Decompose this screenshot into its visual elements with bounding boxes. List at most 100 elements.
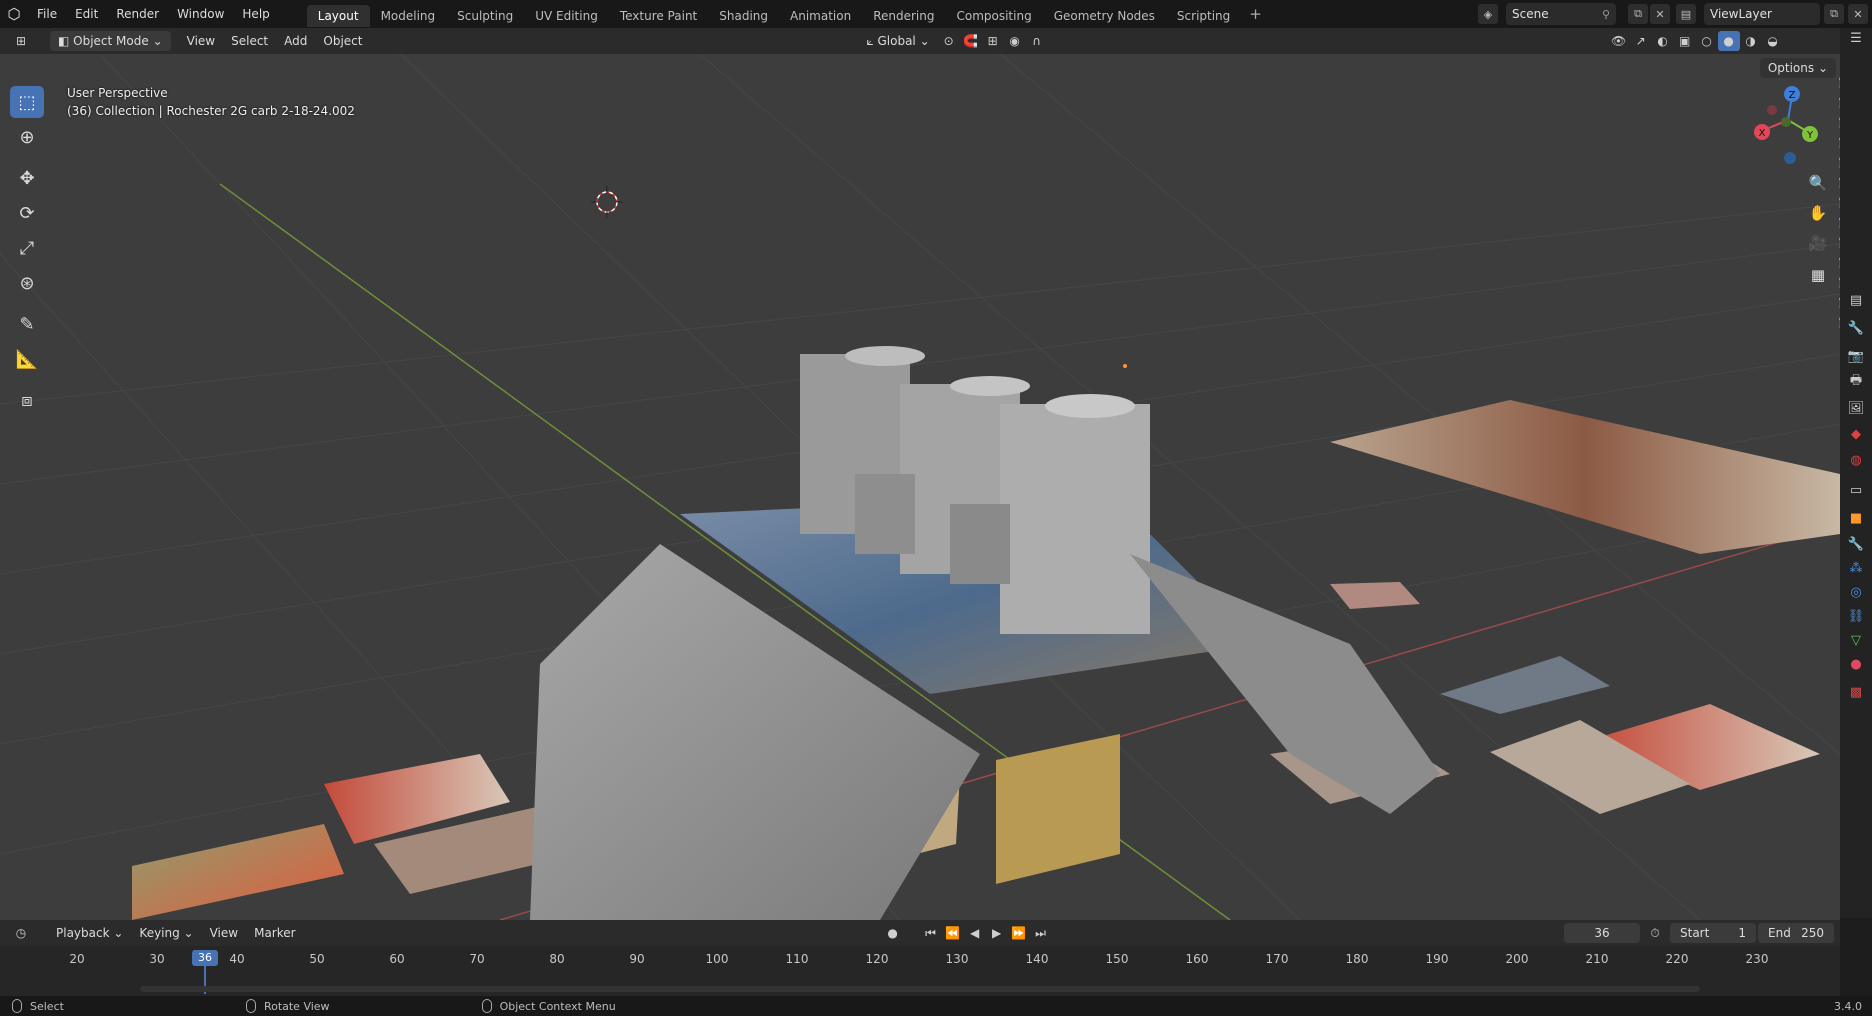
menu-object[interactable]: Object [315,31,370,51]
record-icon[interactable]: ● [882,923,904,943]
texture-properties-icon[interactable]: ▩ [1846,682,1866,702]
falloff-icon[interactable]: ∩ [1026,31,1048,51]
proportional-edit-icon[interactable]: ◉ [1004,31,1026,51]
stopwatch-icon[interactable]: ⏱ [1644,923,1666,943]
navigation-gizmo[interactable]: Z Y X [1748,82,1828,172]
select-box-icon[interactable]: ⬚ [10,86,44,118]
viewlayer-selector[interactable]: ViewLayer [1704,3,1820,25]
pan-hand-icon[interactable]: ✋ [1805,200,1831,226]
menu-window[interactable]: Window [168,0,233,28]
playhead-frame-badge[interactable]: 36 [192,950,218,966]
wireframe-shading-icon[interactable]: ○ [1696,31,1718,51]
scene-selector[interactable]: Scene ⚲ [1506,3,1616,25]
editor-type-icon[interactable]: ⊞ [10,31,32,51]
reference-image-plane[interactable] [132,824,344,920]
timeline-scrubber[interactable]: 20 30 40 50 60 70 80 90 100 110 120 130 140 150 160 170… [0,946,1840,996]
tab-shading[interactable]: Shading [708,5,779,27]
tool-properties-icon[interactable]: 🔧 [1846,318,1866,338]
visibility-icon[interactable]: 👁 [1608,31,1630,51]
tab-geometry-nodes[interactable]: Geometry Nodes [1043,5,1166,27]
play-icon[interactable]: ▶ [986,923,1008,943]
pivot-point-icon[interactable]: ⊙ [938,31,960,51]
end-frame-field[interactable]: End 250 [1758,923,1834,943]
overlays-icon[interactable]: ◐ [1652,31,1674,51]
constraints-properties-icon[interactable]: ⛓ [1846,606,1866,626]
menu-edit[interactable]: Edit [66,0,107,28]
viewlayer-browse-icon[interactable]: ▤ [1676,4,1696,24]
measure-tool-icon[interactable]: 📐 [10,343,44,375]
scale-tool-icon[interactable]: ⤢ [10,232,44,264]
render-properties-icon[interactable]: 📷 [1846,346,1866,366]
reference-image-plane[interactable] [1330,400,1840,554]
tab-animation[interactable]: Animation [779,5,862,27]
annotate-tool-icon[interactable]: ✎ [10,308,44,340]
menu-help[interactable]: Help [233,0,278,28]
new-viewlayer-icon[interactable]: ⧉ [1824,4,1844,24]
timeline-editor-type-icon[interactable]: ◷ [10,923,32,943]
modifier-properties-icon[interactable]: 🔧 [1846,534,1866,554]
menu-add[interactable]: Add [276,31,315,51]
menu-keying[interactable]: Keying ⌄ [131,923,201,943]
material-shading-icon[interactable]: ◑ [1740,31,1762,51]
object-properties-icon[interactable]: ■ [1846,508,1866,528]
physics-properties-icon[interactable]: ◎ [1846,582,1866,602]
move-tool-icon[interactable]: ✥ [10,162,44,194]
current-frame-field[interactable]: 36 [1564,923,1640,943]
tab-scripting[interactable]: Scripting [1166,5,1241,27]
material-properties-icon[interactable]: ● [1846,654,1866,674]
tab-texture-paint[interactable]: Texture Paint [609,5,708,27]
3d-cursor-icon[interactable] [591,186,623,218]
scene-properties-icon[interactable]: ◆ [1846,424,1866,444]
tab-layout[interactable]: Layout [306,4,370,27]
menu-marker[interactable]: Marker [246,923,303,943]
next-keyframe-icon[interactable]: ⏩ [1008,923,1030,943]
ortho-toggle-icon[interactable]: ▦ [1805,262,1831,288]
tab-uv-editing[interactable]: UV Editing [524,5,609,27]
orientation-selector[interactable]: ⟀ Global ⌄ [858,31,937,51]
add-cube-tool-icon[interactable]: ⧈ [10,384,44,416]
transform-tool-icon[interactable]: ⊛ [10,267,44,299]
snap-target-icon[interactable]: ⊞ [982,31,1004,51]
add-workspace-icon[interactable]: + [1241,5,1270,23]
tab-compositing[interactable]: Compositing [945,5,1042,27]
menu-file[interactable]: File [28,0,66,28]
menu-timeline-view[interactable]: View [202,923,246,943]
data-properties-icon[interactable]: ▽ [1846,630,1866,650]
output-properties-icon[interactable]: 🖶 [1846,372,1866,392]
world-properties-icon[interactable]: ◍ [1846,450,1866,470]
reference-image-plane[interactable] [1440,656,1610,714]
xray-icon[interactable]: ▣ [1674,31,1696,51]
scene-browse-icon[interactable]: ◈ [1478,4,1498,24]
jump-end-icon[interactable]: ⏭ [1030,923,1052,943]
timeline-scrollbar[interactable] [140,986,1700,992]
menu-view[interactable]: View [179,31,223,51]
view-layer-properties-icon[interactable]: 🖼 [1846,398,1866,418]
tab-modeling[interactable]: Modeling [370,5,447,27]
reference-image-plane[interactable] [996,734,1120,884]
mode-selector[interactable]: ◧ Object Mode ⌄ [50,31,171,51]
particles-properties-icon[interactable]: ⁂ [1846,558,1866,578]
properties-editor-icon[interactable]: ▤ [1846,290,1866,310]
snap-icon[interactable]: 🧲 [960,31,982,51]
options-dropdown[interactable]: Options ⌄ [1759,58,1836,78]
menu-playback[interactable]: Playback ⌄ [48,923,131,943]
tab-rendering[interactable]: Rendering [862,5,945,27]
prev-keyframe-icon[interactable]: ⏪ [942,923,964,943]
tab-sculpting[interactable]: Sculpting [446,5,524,27]
collection-properties-icon[interactable]: ▭ [1846,480,1866,500]
menu-select[interactable]: Select [223,31,276,51]
rotate-tool-icon[interactable]: ⟳ [10,197,44,229]
pin-icon[interactable]: ⚲ [1602,8,1610,21]
3d-viewport[interactable]: User Perspective (36) Collection | Roche… [0,54,1840,920]
blender-logo-icon[interactable]: ⬡ [0,0,28,28]
gizmo-toggle-icon[interactable]: ↗ [1630,31,1652,51]
play-reverse-icon[interactable]: ◀ [964,923,986,943]
camera-view-icon[interactable]: 🎥 [1805,230,1831,256]
start-frame-field[interactable]: Start 1 [1670,923,1756,943]
solid-shading-icon[interactable]: ● [1717,31,1740,51]
menu-render[interactable]: Render [107,0,168,28]
outliner-filter-icon[interactable]: ☰ [1846,28,1866,48]
delete-viewlayer-icon[interactable]: ✕ [1848,4,1868,24]
cursor-tool-icon[interactable]: ⊕ [10,121,44,153]
rendered-shading-icon[interactable]: ◒ [1762,31,1784,51]
